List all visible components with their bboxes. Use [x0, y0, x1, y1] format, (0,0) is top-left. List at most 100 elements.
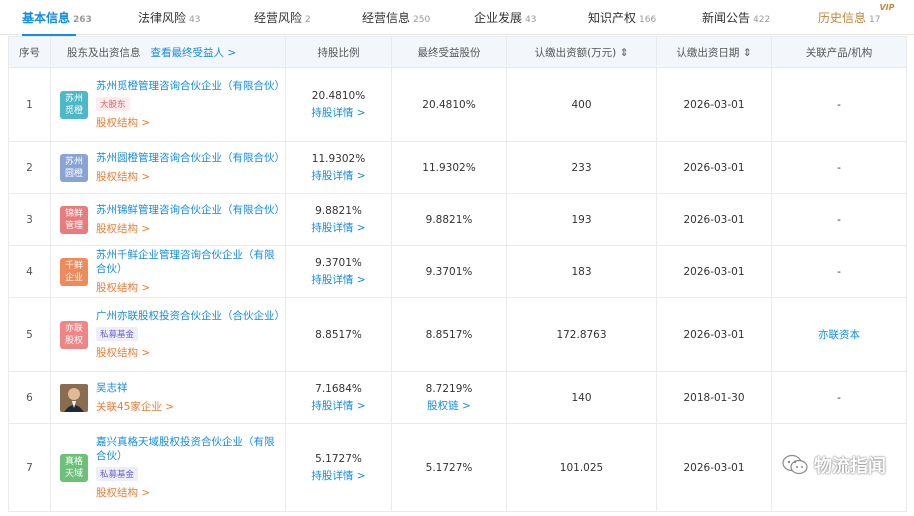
seq-cell: 7 — [8, 423, 51, 512]
holding-detail-link[interactable]: 持股详情 > — [287, 105, 390, 120]
date-cell: 2026-03-01 — [656, 245, 772, 298]
holding-detail-link[interactable]: 持股详情 > — [287, 220, 390, 235]
date-cell: 2018-01-30 — [656, 371, 772, 424]
related-value: - — [837, 161, 841, 174]
tab-3[interactable]: 经营信息 250 — [362, 9, 430, 26]
ratio-value: 9.3701% — [315, 256, 362, 269]
tab-bar: 基本信息 263 法律风险 43 经营风险 2 经营信息 250 企业发展 43 知识产权 166 新闻… — [0, 0, 914, 36]
related-cell: - — [771, 193, 907, 246]
holder-cell: 吴志祥 关联45家企业 > — [50, 371, 286, 424]
final-value: 20.4810% — [422, 98, 476, 111]
ratio-cell: 5.1727% 持股详情 > — [285, 423, 392, 512]
tab-4[interactable]: 企业发展 43 — [474, 9, 536, 26]
tab-count: 250 — [413, 15, 431, 25]
tab-7[interactable]: 历史信息 17 VIP — [818, 3, 894, 26]
company-logo[interactable]: 苏州圆橙 — [60, 153, 88, 182]
seq-cell: 5 — [8, 297, 51, 372]
view-beneficiary-link[interactable]: 查看最终受益人 > — [151, 47, 237, 59]
seq-cell: 6 — [8, 371, 51, 424]
amount-cell: 172.8763 — [506, 297, 657, 372]
ratio-cell: 8.8517% — [285, 297, 392, 372]
holder-cell: 千鲜企业 苏州千鲜企业管理咨询合伙企业（有限合伙） 股权结构 > — [50, 245, 286, 298]
amount-cell: 400 — [506, 67, 657, 142]
table-row: 2 苏州圆橙 苏州圆橙管理咨询合伙企业（有限合伙） 股权结构 > 11.9302… — [8, 141, 907, 194]
seq-cell: 2 — [8, 141, 51, 194]
tab-0[interactable]: 基本信息 263 — [22, 9, 92, 36]
holder-name-link[interactable]: 广州亦联股权投资合伙企业（合伙企业） — [96, 309, 285, 323]
amount-cell: 101.025 — [506, 423, 657, 512]
holding-detail-link[interactable]: 持股详情 > — [287, 168, 390, 183]
company-logo[interactable]: 真格天域 — [60, 453, 88, 482]
holding-detail-link[interactable]: 持股详情 > — [287, 468, 390, 483]
holder-cell: 苏州圆橙 苏州圆橙管理咨询合伙企业（有限合伙） 股权结构 > — [50, 141, 286, 194]
table-row: 6 吴志祥 关联45家企业 > 7.1684% 持股详情 > 8.7219% 股… — [8, 371, 907, 424]
holder-name-link[interactable]: 吴志祥 — [96, 381, 174, 395]
final-cell: 5.1727% — [391, 423, 507, 512]
tab-label: 经营风险 — [254, 11, 303, 25]
holder-sub-link[interactable]: 关联45家企业 > — [96, 399, 174, 414]
holder-sub-link[interactable]: 股权结构 > — [96, 485, 284, 500]
ratio-value: 7.1684% — [315, 382, 362, 395]
final-cell: 9.8821% — [391, 193, 507, 246]
holder-name-link[interactable]: 苏州圆橙管理咨询合伙企业（有限合伙） — [96, 151, 285, 165]
related-value: - — [837, 98, 841, 111]
ratio-cell: 7.1684% 持股详情 > — [285, 371, 392, 424]
ratio-cell: 11.9302% 持股详情 > — [285, 141, 392, 194]
table-header-row: 序号 股东及出资信息 查看最终受益人 > 持股比例 最终受益股份 认缴出资额(万元… — [8, 36, 907, 68]
related-cell: - — [771, 67, 907, 142]
holder-sub-link[interactable]: 股权结构 > — [96, 280, 284, 295]
tab-count: 166 — [639, 15, 657, 25]
date-cell: 2026-03-01 — [656, 141, 772, 194]
final-value: 8.7219% — [425, 382, 473, 395]
holder-sub-link[interactable]: 股权结构 > — [96, 221, 284, 236]
company-logo[interactable]: 苏州觅橙 — [60, 90, 88, 119]
tab-count: 2 — [305, 15, 311, 25]
tab-count: 422 — [753, 15, 771, 25]
related-cell: 亦联资本 — [771, 297, 907, 372]
equity-chain-link[interactable]: 股权链 > — [393, 398, 505, 413]
related-value: - — [837, 265, 841, 278]
holder-sub-link[interactable]: 股权结构 > — [96, 115, 284, 130]
ratio-cell: 9.8821% 持股详情 > — [285, 193, 392, 246]
tab-1[interactable]: 法律风险 43 — [138, 9, 200, 26]
date-cell: 2026-03-01 — [656, 193, 772, 246]
holding-detail-link[interactable]: 持股详情 > — [287, 272, 390, 287]
holder-name-link[interactable]: 苏州千鲜企业管理咨询合伙企业（有限合伙） — [96, 248, 284, 276]
related-cell: - — [771, 371, 907, 424]
related-cell: - — [771, 245, 907, 298]
final-value: 8.8517% — [425, 328, 473, 341]
tab-label: 历史信息 — [818, 11, 867, 25]
final-value: 9.3701% — [425, 265, 473, 278]
holder-tag: 私募基金 — [96, 467, 139, 481]
table-row: 4 千鲜企业 苏州千鲜企业管理咨询合伙企业（有限合伙） 股权结构 > 9.370… — [8, 245, 907, 298]
holder-sub-link[interactable]: 股权结构 > — [96, 345, 284, 360]
tab-label: 法律风险 — [138, 11, 187, 25]
holder-name-link[interactable]: 苏州锦鲜管理咨询合伙企业（有限合伙） — [96, 203, 285, 217]
avatar[interactable] — [60, 383, 88, 412]
holder-name-link[interactable]: 嘉兴真格天域股权投资合伙企业（有限合伙） — [96, 435, 284, 463]
seq-cell: 4 — [8, 245, 51, 298]
related-value[interactable]: 亦联资本 — [818, 329, 860, 341]
holder-cell: 亦联股权 广州亦联股权投资合伙企业（合伙企业） 私募基金 股权结构 > — [50, 297, 286, 372]
ratio-value: 8.8517% — [315, 328, 362, 341]
tab-count: 17 — [869, 15, 881, 25]
final-cell: 8.7219% 股权链 > — [391, 371, 507, 424]
company-logo[interactable]: 亦联股权 — [60, 320, 88, 349]
final-cell: 8.8517% — [391, 297, 507, 372]
tab-5[interactable]: 知识产权 166 — [588, 9, 656, 26]
holder-sub-link[interactable]: 股权结构 > — [96, 169, 284, 184]
related-value: - — [837, 391, 841, 404]
holder-cell: 苏州觅橙 苏州觅橙管理咨询合伙企业（有限合伙） 大股东 股权结构 > — [50, 67, 286, 142]
header-date[interactable]: 认缴出资日期 ⇕ — [656, 36, 772, 68]
holding-detail-link[interactable]: 持股详情 > — [287, 398, 390, 413]
holder-name-link[interactable]: 苏州觅橙管理咨询合伙企业（有限合伙） — [96, 79, 285, 93]
tab-2[interactable]: 经营风险 2 — [254, 9, 311, 26]
header-amount[interactable]: 认缴出资额(万元) ⇕ — [506, 36, 657, 68]
tab-6[interactable]: 新闻公告 422 — [702, 9, 770, 26]
header-holder: 股东及出资信息 查看最终受益人 > — [50, 36, 286, 68]
company-logo[interactable]: 锦鲜管理 — [60, 205, 88, 234]
final-cell: 20.4810% — [391, 67, 507, 142]
header-related: 关联产品/机构 — [771, 36, 907, 68]
company-logo[interactable]: 千鲜企业 — [60, 257, 88, 286]
amount-cell: 183 — [506, 245, 657, 298]
